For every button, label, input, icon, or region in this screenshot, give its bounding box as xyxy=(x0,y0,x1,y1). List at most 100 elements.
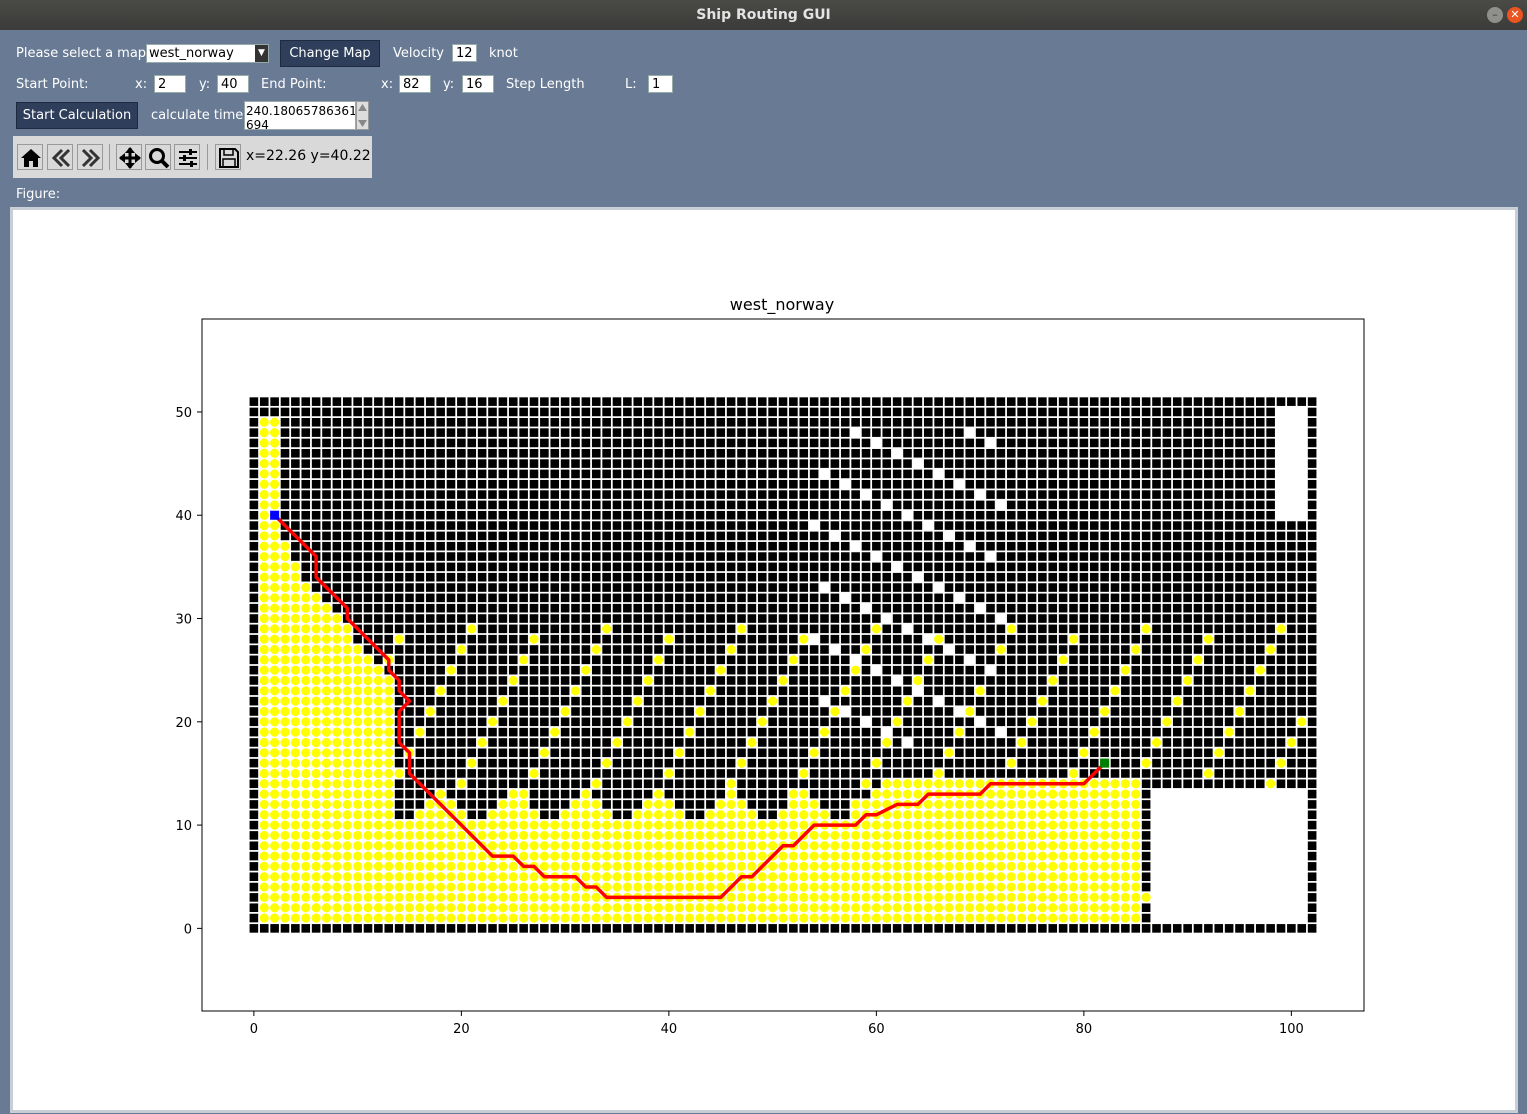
land-cell xyxy=(965,490,975,499)
land-cell xyxy=(654,676,663,685)
land-cell xyxy=(301,459,311,468)
land-cell xyxy=(809,469,819,479)
land-cell xyxy=(374,541,383,551)
land-cell xyxy=(872,407,881,417)
water-cell xyxy=(311,613,321,624)
change-map-button[interactable]: Change Map xyxy=(280,40,380,67)
land-cell xyxy=(1038,552,1047,561)
land-cell xyxy=(498,521,508,530)
start-calculation-button[interactable]: Start Calculation xyxy=(16,102,138,129)
land-cell xyxy=(768,428,777,437)
land-cell xyxy=(965,924,975,933)
land-cell xyxy=(560,448,570,458)
close-icon[interactable]: ✕ xyxy=(1507,7,1523,23)
land-cell xyxy=(446,645,456,654)
land-cell xyxy=(529,779,539,789)
water-cell xyxy=(1027,820,1037,830)
land-cell xyxy=(519,541,528,551)
water-cell xyxy=(270,748,280,758)
land-cell xyxy=(695,738,705,747)
land-cell xyxy=(446,448,456,458)
land-cell xyxy=(799,521,809,530)
land-cell xyxy=(799,748,809,758)
water-cell xyxy=(342,830,352,841)
water-cell xyxy=(270,644,280,655)
minimize-icon[interactable]: – xyxy=(1487,7,1503,23)
land-cell xyxy=(737,727,746,737)
pan-button[interactable] xyxy=(116,144,142,170)
map-select[interactable]: west_norway ▼ xyxy=(146,44,269,63)
zoom-button[interactable] xyxy=(145,144,171,170)
forward-button[interactable] xyxy=(77,144,103,170)
land-cell xyxy=(602,572,611,582)
water-cell xyxy=(446,820,456,830)
land-cell xyxy=(768,665,777,675)
configure-button[interactable] xyxy=(174,144,200,170)
water-cell xyxy=(581,830,591,841)
water-cell xyxy=(1120,903,1130,913)
water-cell xyxy=(570,851,581,861)
land-cell xyxy=(1255,593,1265,603)
land-cell xyxy=(643,417,653,427)
land-cell xyxy=(415,562,425,572)
map-plot[interactable]: west_norway 0 20 40 60 80 10001020304050 xyxy=(13,210,1515,1110)
back-button[interactable] xyxy=(47,144,73,170)
land-cell xyxy=(623,614,632,623)
land-cell xyxy=(1255,583,1265,592)
water-cell xyxy=(436,789,446,799)
land-cell xyxy=(332,397,342,406)
land-cell xyxy=(840,521,850,530)
water-cell xyxy=(685,903,695,913)
land-cell xyxy=(654,428,663,437)
save-button[interactable] xyxy=(215,144,241,170)
land-cell xyxy=(1069,562,1078,572)
land-cell xyxy=(353,490,362,499)
land-cell xyxy=(425,665,435,675)
end-x-input[interactable]: 82 xyxy=(399,75,431,93)
water-cell xyxy=(519,892,529,902)
water-cell xyxy=(799,913,809,923)
land-cell xyxy=(1069,510,1078,520)
water-cell xyxy=(373,913,383,923)
land-cell xyxy=(280,500,290,510)
land-cell xyxy=(477,665,487,675)
velocity-input[interactable]: 12 xyxy=(452,44,477,62)
start-y-input[interactable]: 40 xyxy=(217,75,249,93)
water-cell xyxy=(321,913,332,923)
water-cell xyxy=(934,768,944,779)
water-cell xyxy=(809,851,819,861)
land-cell xyxy=(1193,397,1203,406)
land-cell xyxy=(457,428,466,437)
land-cell xyxy=(778,583,788,592)
chevron-down-icon[interactable]: ▼ xyxy=(255,45,268,62)
land-cell xyxy=(342,562,352,572)
land-cell xyxy=(944,407,954,417)
land-cell xyxy=(591,531,601,541)
home-button[interactable] xyxy=(17,144,43,170)
land-cell xyxy=(1193,459,1203,468)
land-cell xyxy=(1183,510,1192,520)
start-x-input[interactable]: 2 xyxy=(154,75,186,93)
calculate-time-output[interactable]: 240.18065786361 694 xyxy=(244,101,356,130)
land-cell xyxy=(1079,541,1089,551)
land-cell xyxy=(778,500,788,510)
end-y-input[interactable]: 16 xyxy=(462,75,494,93)
land-cell xyxy=(654,748,663,758)
calc-time-scrollbar[interactable] xyxy=(356,101,369,130)
figure-canvas[interactable]: west_norway 0 20 40 60 80 100 0 10 20 30 40 50 xyxy=(10,207,1518,1113)
land-cell xyxy=(757,603,767,613)
land-cell xyxy=(488,614,497,623)
land-cell xyxy=(1100,448,1109,458)
water-cell xyxy=(456,851,466,861)
land-cell xyxy=(1069,603,1078,613)
land-cell xyxy=(975,748,985,758)
step-length-input[interactable]: 1 xyxy=(648,75,673,93)
water-cell xyxy=(487,861,498,872)
land-cell xyxy=(789,779,798,789)
land-cell xyxy=(1266,738,1275,747)
land-cell xyxy=(934,645,943,654)
land-cell xyxy=(1224,583,1234,592)
land-cell xyxy=(1121,562,1130,572)
land-cell xyxy=(664,779,674,789)
land-cell xyxy=(1235,779,1244,789)
